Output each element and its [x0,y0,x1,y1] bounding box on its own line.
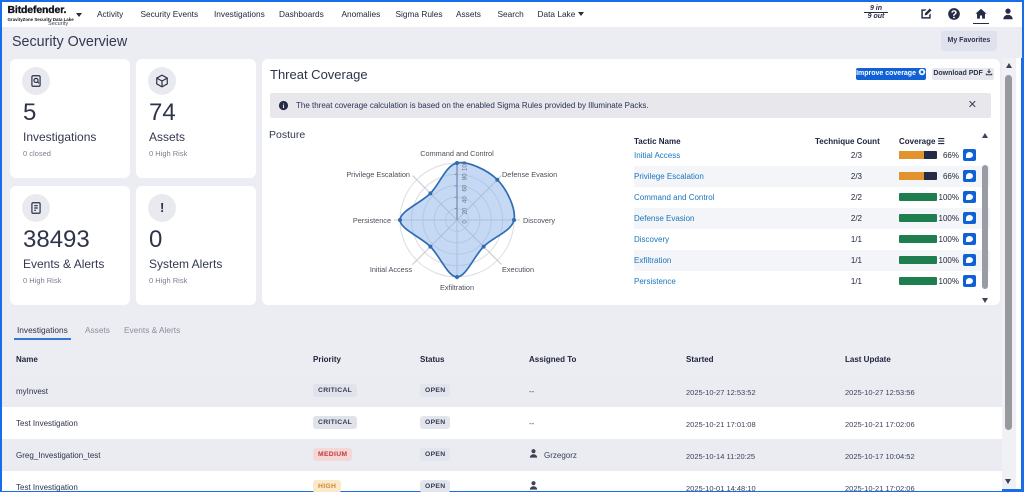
svg-text:Execution: Execution [502,265,534,274]
svg-text:Defense Evasion: Defense Evasion [502,170,557,179]
svg-text:20: 20 [463,207,469,214]
svg-text:Persistence: Persistence [353,216,391,225]
svg-text:80: 80 [463,173,469,180]
svg-text:Command and Control: Command and Control [420,149,494,158]
svg-text:60: 60 [463,184,469,191]
svg-text:Privilege Escalation: Privilege Escalation [346,170,410,179]
svg-text:40: 40 [463,196,469,203]
svg-text:Exfiltration: Exfiltration [440,283,474,292]
svg-text:100: 100 [463,160,469,171]
svg-text:Initial Access: Initial Access [370,265,413,274]
svg-text:Discovery: Discovery [523,216,555,225]
